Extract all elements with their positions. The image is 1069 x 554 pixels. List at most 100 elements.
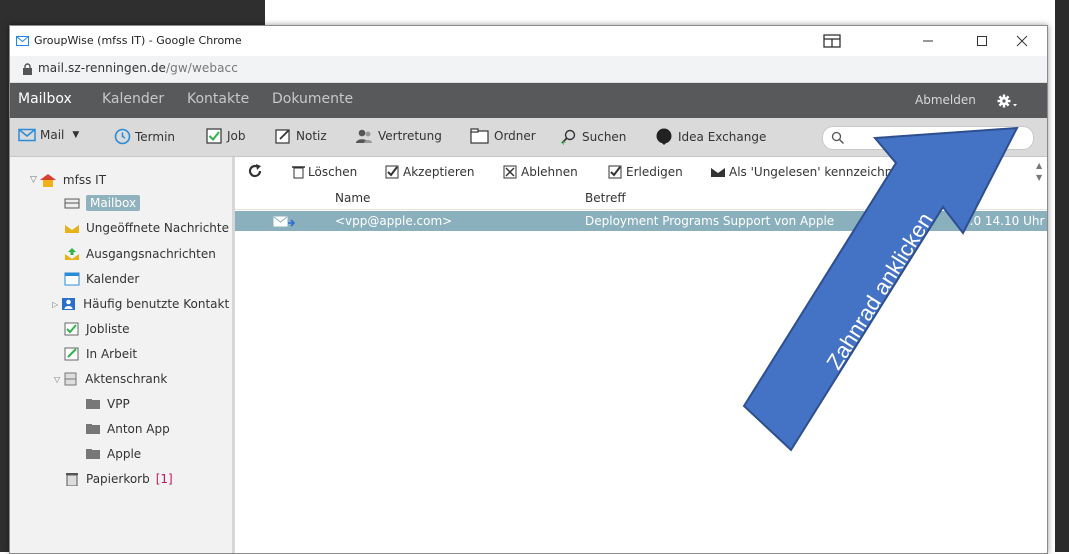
draft-icon bbox=[64, 347, 79, 361]
search-input[interactable] bbox=[849, 129, 1028, 147]
message-list-pane: Löschen Akzeptieren Ablehnen Erledigen A… bbox=[235, 157, 1047, 553]
suchen-button[interactable]: + Suchen bbox=[560, 128, 627, 146]
gear-icon[interactable] bbox=[995, 91, 1019, 111]
sidebar-item-ungeoeffnet[interactable]: Ungeöffnete Nachrichte bbox=[64, 218, 229, 238]
sidebar-item-label: Apple bbox=[107, 447, 142, 461]
chevron-down-icon[interactable]: ▼ bbox=[72, 130, 79, 140]
home-icon bbox=[39, 174, 56, 187]
ablehnen-button[interactable]: Ablehnen bbox=[503, 165, 578, 179]
sidebar-item-label: Ausgangsnachrichten bbox=[86, 247, 216, 261]
job-button[interactable]: Job bbox=[206, 128, 246, 144]
root-label: mfss IT bbox=[62, 173, 107, 187]
sidebar-item-papierkorb[interactable]: Papierkorb [1] bbox=[64, 469, 173, 489]
collapse-arrow-icon[interactable]: ▽ bbox=[30, 175, 37, 185]
mailbox-icon bbox=[64, 198, 80, 209]
termin-button[interactable]: Termin bbox=[114, 128, 175, 145]
folder-tree: ▽ mfss IT Mailbox Ungeöffnete Nachrichte… bbox=[10, 157, 233, 553]
message-subject: Deployment Programs Support von Apple bbox=[585, 214, 835, 228]
window-title: GroupWise (mfss IT) - Google Chrome bbox=[34, 34, 242, 47]
sidebar-item-ausgang[interactable]: Ausgangsnachrichten bbox=[64, 244, 216, 264]
column-name[interactable]: Name bbox=[335, 191, 370, 205]
address-bar[interactable]: mail.sz-renningen.de/gw/webacc bbox=[10, 56, 1047, 83]
notiz-button[interactable]: Notiz bbox=[275, 128, 327, 144]
mail-button[interactable]: Mail ▼ bbox=[18, 128, 79, 142]
tree-root[interactable]: ▽ mfss IT bbox=[30, 170, 106, 190]
vertretung-label: Vertretung bbox=[378, 129, 442, 143]
sidebar-item-jobliste[interactable]: Jobliste bbox=[64, 319, 130, 339]
scroll-down-icon[interactable]: ▼ bbox=[1036, 173, 1042, 182]
termin-label: Termin bbox=[135, 129, 176, 144]
url-host: mail.sz-renningen.de bbox=[38, 61, 167, 75]
folder-icon bbox=[86, 399, 100, 409]
job-label: Job bbox=[227, 129, 246, 143]
nav-dokumente[interactable]: Dokumente bbox=[272, 91, 353, 107]
sidebar-item-label: VPP bbox=[107, 397, 130, 411]
loeschen-button[interactable]: Löschen bbox=[291, 165, 357, 179]
layout-icon[interactable] bbox=[818, 30, 846, 52]
nav-kalender[interactable]: Kalender bbox=[102, 91, 164, 107]
maximize-button[interactable] bbox=[968, 30, 996, 52]
action-toolbar: Mail ▼ Termin Job Notiz Vertretung Ordne… bbox=[10, 118, 1047, 157]
sidebar-item-label: Häufig benutzte Kontakt bbox=[83, 297, 230, 311]
vertretung-button[interactable]: Vertretung bbox=[354, 128, 442, 144]
sidebar-item-label: Aktenschrank bbox=[85, 372, 168, 386]
outbox-icon bbox=[65, 248, 79, 260]
sidebar-item-in-arbeit[interactable]: In Arbeit bbox=[64, 344, 137, 364]
lock-icon bbox=[23, 63, 32, 75]
expand-arrow-icon[interactable]: ▷ bbox=[52, 300, 58, 309]
folder-icon bbox=[86, 449, 100, 459]
sidebar-item-kontakte[interactable]: ▷ Häufig benutzte Kontakt bbox=[52, 294, 229, 314]
quick-search[interactable] bbox=[822, 126, 1034, 150]
envelope-icon bbox=[65, 225, 79, 233]
calendar-icon bbox=[64, 272, 80, 286]
erledigen-label: Erledigen bbox=[626, 165, 683, 179]
logout-link[interactable]: Abmelden bbox=[915, 93, 976, 107]
forward-mail-icon bbox=[273, 216, 295, 227]
loeschen-label: Löschen bbox=[308, 165, 358, 179]
sidebar-item-kalender[interactable]: Kalender bbox=[64, 269, 139, 289]
idea-exchange-button[interactable]: Idea Exchange bbox=[654, 128, 766, 146]
unread-badge: [1] bbox=[155, 472, 173, 486]
ordner-button[interactable]: Ordner bbox=[470, 128, 536, 144]
ordner-label: Ordner bbox=[494, 129, 536, 143]
idea-bulb-icon bbox=[656, 128, 672, 145]
sidebar-item-mailbox[interactable]: Mailbox bbox=[64, 193, 141, 213]
nav-kontakte[interactable]: Kontakte bbox=[187, 91, 249, 107]
suchen-label: Suchen bbox=[582, 129, 627, 144]
refresh-icon[interactable] bbox=[247, 163, 263, 179]
sidebar-item-anton-app[interactable]: Anton App bbox=[85, 419, 170, 439]
checklist-icon bbox=[64, 322, 79, 336]
url-text[interactable]: mail.sz-renningen.de/gw/webacc bbox=[38, 61, 238, 75]
main-navigation: Mailbox Kalender Kontakte Dokumente Abme… bbox=[10, 83, 1047, 118]
folder-icon bbox=[86, 424, 100, 434]
nav-mailbox[interactable]: Mailbox bbox=[18, 91, 72, 107]
collapse-arrow-icon[interactable]: ▽ bbox=[54, 375, 60, 384]
sidebar-item-label: Jobliste bbox=[86, 322, 130, 336]
idea-label: Idea Exchange bbox=[678, 130, 767, 144]
table-row[interactable]: <vpp@apple.com> Deployment Programs Supp… bbox=[235, 211, 1047, 231]
cabinet-icon bbox=[64, 372, 77, 386]
sidebar-item-label: Papierkorb bbox=[86, 472, 150, 486]
magnifier-icon bbox=[831, 131, 844, 144]
browser-window: GroupWise (mfss IT) - Google Chrome mail… bbox=[9, 25, 1048, 554]
sidebar-item-vpp[interactable]: VPP bbox=[85, 394, 130, 414]
column-betreff[interactable]: Betreff bbox=[585, 191, 626, 205]
sidebar-item-apple[interactable]: Apple bbox=[85, 444, 141, 464]
sidebar-item-aktenschrank[interactable]: ▽ Aktenschrank bbox=[54, 369, 167, 389]
sidebar-item-label: Ungeöffnete Nachrichte bbox=[86, 221, 229, 235]
akzeptieren-button[interactable]: Akzeptieren bbox=[385, 165, 475, 179]
sidebar-item-label: Kalender bbox=[86, 272, 140, 286]
svg-text:+: + bbox=[560, 138, 567, 145]
message-date: 2.0 14.10 Uhr bbox=[962, 214, 1045, 228]
close-button[interactable] bbox=[1008, 30, 1036, 52]
minimize-button[interactable] bbox=[914, 30, 942, 52]
title-bar: GroupWise (mfss IT) - Google Chrome bbox=[10, 26, 1047, 56]
note-icon bbox=[275, 129, 290, 144]
scroll-up-icon[interactable]: ▲ bbox=[1036, 161, 1042, 170]
message-sender: <vpp@apple.com> bbox=[335, 214, 453, 228]
mark-unread-button[interactable]: Als 'Ungelesen' kennzeichnen bbox=[710, 165, 907, 179]
trash-icon bbox=[66, 473, 78, 486]
erledigen-button[interactable]: Erledigen bbox=[608, 165, 683, 179]
folder-icon bbox=[470, 128, 489, 144]
trash-icon bbox=[292, 166, 305, 179]
